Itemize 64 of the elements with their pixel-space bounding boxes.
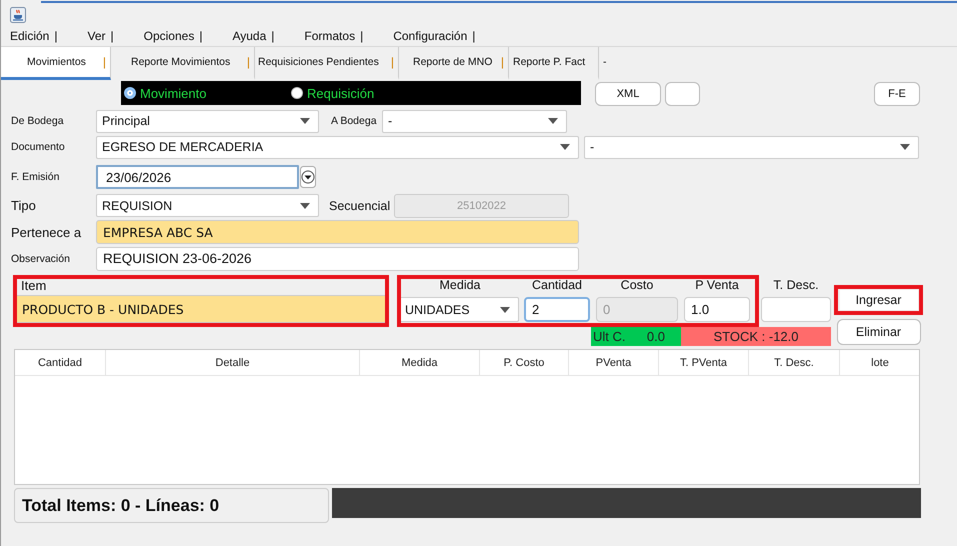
column-header[interactable]: PVenta: [569, 350, 659, 375]
document-select[interactable]: EGRESO DE MERCADERIA: [96, 136, 579, 158]
column-header[interactable]: P. Costo: [480, 350, 569, 375]
field-label: Costo: [620, 278, 654, 294]
menu-item[interactable]: Ayuda: [232, 29, 266, 43]
field-label: Medida: [440, 278, 480, 294]
last-cost-label: Ult C.: [593, 329, 626, 344]
menu-separator: |: [54, 29, 58, 43]
menu-item[interactable]: Opciones: [144, 29, 194, 43]
field-label: Item: [21, 278, 48, 295]
date-field[interactable]: 23/06/2026: [96, 165, 299, 189]
menu-separator: |: [110, 29, 114, 43]
note-field[interactable]: REQUISION 23-06-2026: [96, 246, 579, 270]
field-label: Tipo: [11, 198, 37, 213]
action-button[interactable]: Eliminar: [836, 318, 920, 344]
menu-item[interactable]: Edición: [10, 29, 50, 43]
input-field[interactable]: 2: [524, 297, 590, 322]
field-label: A Bodega: [330, 115, 378, 127]
fe-button[interactable]: F-E: [874, 82, 920, 106]
field-label: T. Desc.: [773, 278, 819, 294]
tab-separator: |: [246, 55, 250, 69]
tab-separator: |: [102, 55, 106, 69]
field-label: De Bodega: [11, 115, 65, 127]
column-header[interactable]: Medida: [360, 350, 480, 375]
menu-separator: |: [472, 29, 476, 43]
tab[interactable]: Movimientos |: [1, 47, 111, 80]
field-label: Documento: [11, 141, 66, 153]
field-label: Secuencial: [328, 198, 392, 212]
input-field[interactable]: [761, 297, 831, 322]
menu-item[interactable]: Configuración: [393, 29, 468, 43]
dropdown-icon[interactable]: [300, 166, 316, 188]
tab-separator: |: [500, 55, 504, 69]
stock-text: STOCK : -12.0: [713, 329, 798, 344]
action-button[interactable]: Ingresar: [840, 290, 918, 310]
unit-select[interactable]: UNIDADES: [399, 297, 519, 322]
menu-item[interactable]: Ver: [87, 29, 106, 43]
column-header[interactable]: Cantidad: [15, 350, 106, 375]
xml-button[interactable]: XML: [595, 82, 661, 106]
column-header[interactable]: T. Desc.: [749, 350, 840, 375]
menu-separator: |: [199, 29, 202, 43]
column-header[interactable]: Detalle: [106, 350, 360, 375]
menu-item[interactable]: Formatos: [304, 29, 356, 43]
radio-button[interactable]: Movimiento: [124, 86, 291, 100]
tab-separator: |: [390, 55, 394, 69]
company-field[interactable]: EMPRESA ABC SA: [96, 220, 579, 244]
field-label: P Venta: [695, 278, 739, 294]
menu-separator: |: [360, 29, 364, 43]
type-select[interactable]: REQUISION: [96, 194, 319, 217]
field-label: Pertenece a: [11, 224, 82, 240]
blank-button[interactable]: [665, 82, 700, 106]
radio-button[interactable]: Requisición: [291, 86, 374, 100]
column-header[interactable]: T. PVenta: [659, 350, 749, 375]
field-label: F. Emisión: [11, 171, 60, 183]
column-header[interactable]: lote: [840, 350, 920, 375]
field-label: Observación: [11, 252, 71, 264]
document-type-select[interactable]: -: [584, 136, 919, 158]
input-field[interactable]: 1.0: [684, 297, 750, 322]
totals-label: Total Items: 0 - Líneas: 0: [14, 488, 329, 523]
warehouse-select[interactable]: Principal: [96, 110, 319, 132]
menu-separator: |: [271, 29, 274, 43]
last-cost-value: 0.0: [646, 329, 665, 344]
warehouse-select[interactable]: -: [382, 110, 567, 132]
item-field[interactable]: PRODUCTO B - UNIDADES: [15, 295, 387, 323]
field-label: Cantidad: [532, 278, 582, 294]
